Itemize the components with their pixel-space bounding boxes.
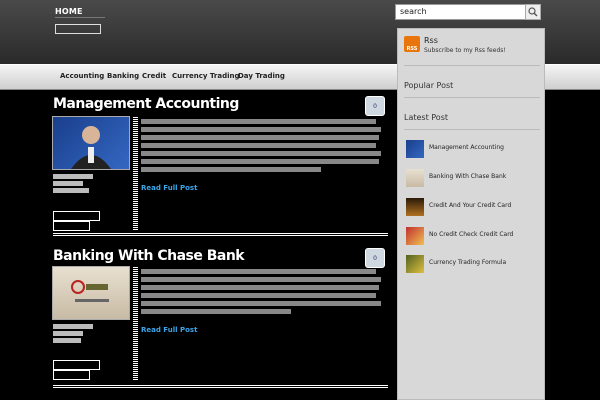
latest-post-thumbnail[interactable] xyxy=(406,227,424,245)
read-more-link[interactable]: Read Full Post xyxy=(141,326,197,334)
post-tag-box[interactable] xyxy=(53,370,90,380)
post-title-link[interactable]: Management Accounting xyxy=(53,96,239,112)
post-tag-box[interactable] xyxy=(53,221,90,231)
comment-count-badge[interactable]: 0 xyxy=(365,248,385,268)
post-separator xyxy=(53,232,388,237)
search-button[interactable] xyxy=(525,4,541,20)
latest-post-item[interactable]: Management Accounting xyxy=(406,140,540,160)
nav-item-accounting[interactable]: Accounting xyxy=(60,72,104,80)
latest-post-thumbnail[interactable] xyxy=(406,255,424,273)
person-photo-icon xyxy=(71,126,111,169)
post-excerpt xyxy=(141,116,381,175)
post-tag-box[interactable] xyxy=(53,360,100,370)
latest-post-thumbnail[interactable] xyxy=(406,169,424,187)
bank-logo-icon xyxy=(71,280,109,302)
latest-post-item[interactable]: Credit And Your Credit Card xyxy=(406,198,540,218)
latest-post-item[interactable]: Currency Trading Formula xyxy=(406,255,540,275)
nav-item-credit[interactable]: Credit xyxy=(142,72,166,80)
latest-post-link[interactable]: Credit And Your Credit Card xyxy=(429,202,511,209)
latest-post-link[interactable]: No Credit Check Credit Card xyxy=(429,231,513,238)
latest-post-link[interactable]: Banking With Chase Bank xyxy=(429,173,506,180)
rss-subtitle: Subscribe to my Rss feeds! xyxy=(424,47,506,54)
post-title-link[interactable]: Banking With Chase Bank xyxy=(53,248,245,264)
post-meta-text xyxy=(53,322,133,345)
post-tag-box[interactable] xyxy=(53,211,100,221)
nav-item-currency-trading[interactable]: Currency Trading xyxy=(172,72,240,80)
latest-post-link[interactable]: Management Accounting xyxy=(429,144,504,151)
site-logo-box[interactable] xyxy=(55,24,101,34)
sidebar-divider xyxy=(404,129,540,130)
latest-post-link[interactable]: Currency Trading Formula xyxy=(429,259,506,266)
sidebar-divider xyxy=(404,97,540,98)
post-meta-text xyxy=(53,172,133,195)
latest-post-thumbnail[interactable] xyxy=(406,140,424,158)
nav-home-link[interactable]: HOME xyxy=(55,7,83,16)
rss-title[interactable]: Rss xyxy=(424,36,438,45)
post-divider-vertical xyxy=(133,116,138,230)
header-divider xyxy=(55,17,105,18)
search-input[interactable]: search xyxy=(395,4,531,20)
rss-icon[interactable]: RSS xyxy=(404,36,420,52)
comment-count-badge[interactable]: 0 xyxy=(365,96,385,116)
latest-post-thumbnail[interactable] xyxy=(406,198,424,216)
latest-post-item[interactable]: No Credit Check Credit Card xyxy=(406,227,540,247)
post-excerpt xyxy=(141,266,381,317)
sidebar-divider xyxy=(404,65,540,66)
post-thumbnail[interactable] xyxy=(52,116,130,170)
post-thumbnail[interactable] xyxy=(52,266,130,320)
search-form: search xyxy=(395,4,545,20)
popular-post-heading: Popular Post xyxy=(404,81,454,90)
post-separator xyxy=(53,384,388,389)
nav-item-banking[interactable]: Banking xyxy=(107,72,139,80)
nav-item-day-trading[interactable]: Day Trading xyxy=(238,72,285,80)
latest-post-heading: Latest Post xyxy=(404,113,449,122)
search-icon xyxy=(528,7,538,17)
sidebar: RSS Rss Subscribe to my Rss feeds! Popul… xyxy=(397,28,545,400)
latest-post-item[interactable]: Banking With Chase Bank xyxy=(406,169,540,189)
post-divider-vertical xyxy=(133,266,138,380)
read-more-link[interactable]: Read Full Post xyxy=(141,184,197,192)
